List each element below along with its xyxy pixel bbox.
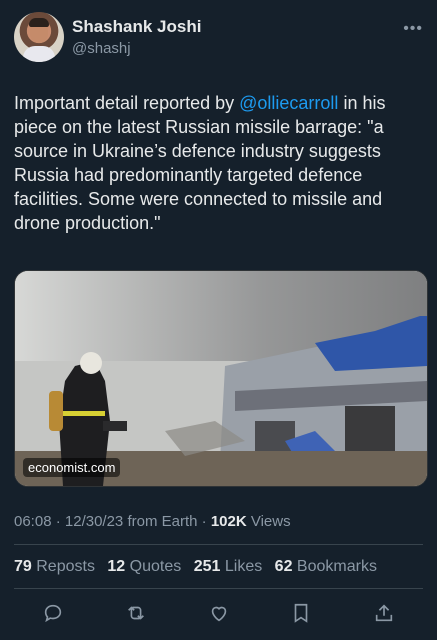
divider — [14, 544, 423, 545]
likes-count: 251 — [193, 558, 221, 575]
views-count[interactable]: 102K — [211, 513, 247, 530]
author-names: Shashank Joshi @shashj — [72, 17, 201, 57]
tweet-time[interactable]: 06:08 — [14, 513, 52, 530]
reply-icon[interactable] — [40, 600, 66, 626]
quotes-label: Quotes — [129, 558, 182, 575]
likes-stat[interactable]: 251 Likes — [194, 558, 263, 575]
display-name[interactable]: Shashank Joshi — [72, 17, 201, 37]
reposts-count: 79 — [14, 558, 32, 575]
tweet-header: Shashank Joshi @shashj ••• — [14, 12, 423, 64]
tweet-text-before: Important detail reported by — [14, 93, 240, 113]
avatar-hair — [29, 18, 49, 27]
share-icon[interactable] — [371, 600, 397, 626]
bookmarks-label: Bookmarks — [296, 558, 377, 575]
repost-icon[interactable] — [123, 600, 149, 626]
bookmark-icon[interactable] — [288, 600, 314, 626]
likes-label: Likes — [224, 558, 263, 575]
meta-separator: · — [51, 513, 65, 530]
mention-link[interactable]: @olliecarroll — [239, 93, 338, 113]
tweet-text: Important detail reported by @olliecarro… — [14, 91, 422, 235]
reposts-label: Reposts — [36, 558, 95, 575]
engagement-stats: 79 Reposts 12 Quotes 251 Likes 62 Bookma… — [14, 558, 385, 576]
tweet-media-image[interactable]: economist.com — [14, 270, 428, 487]
like-icon[interactable] — [206, 600, 232, 626]
more-options-icon[interactable]: ••• — [403, 20, 423, 38]
meta-separator: · — [197, 513, 211, 530]
tweet-date[interactable]: 12/30/23 — [65, 513, 123, 530]
avatar[interactable] — [14, 12, 64, 62]
media-source-badge: economist.com — [23, 458, 121, 477]
quotes-stat[interactable]: 12 Quotes — [107, 558, 181, 575]
missile-damage-photo — [15, 271, 427, 486]
bookmarks-stat[interactable]: 62 Bookmarks — [275, 558, 377, 575]
action-bar — [40, 600, 397, 626]
avatar-shirt — [23, 46, 55, 62]
quotes-count: 12 — [107, 558, 126, 575]
divider — [14, 588, 423, 589]
reposts-stat[interactable]: 79 Reposts — [14, 558, 95, 575]
tweet-text-after: in his piece on the latest Russian missi… — [14, 93, 386, 233]
tweet-source: from Earth — [123, 513, 198, 530]
bookmarks-count: 62 — [274, 558, 293, 575]
handle[interactable]: @shashj — [72, 40, 201, 57]
views-label: Views — [246, 513, 291, 530]
tweet-meta: 06:08 · 12/30/23 from Earth · 102K Views — [14, 513, 291, 530]
